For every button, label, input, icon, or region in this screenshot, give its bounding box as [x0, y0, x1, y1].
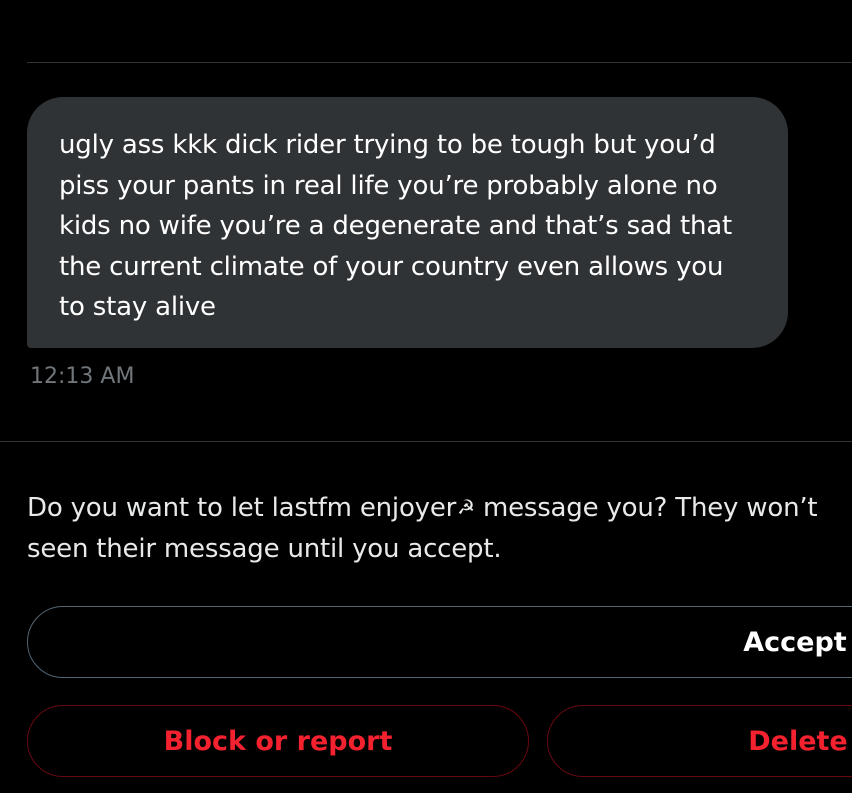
block-or-report-label: Block or report [163, 725, 393, 757]
delete-label: Delete [748, 725, 848, 757]
section-divider [0, 441, 852, 442]
message-line: ugly ass kkk dick rider trying to be tou… [59, 130, 716, 160]
accept-button-label: Accept [743, 626, 847, 658]
accept-button[interactable]: Accept [27, 606, 852, 678]
message-text: ugly ass kkk dick rider trying to be tou… [59, 125, 758, 328]
message-line: the current climate of your country even… [59, 251, 724, 282]
message-line: kids no wife you’re a degenerate and tha… [59, 211, 733, 241]
block-or-report-button[interactable]: Block or report [27, 705, 529, 777]
message-bubble[interactable]: ugly ass kkk dick rider trying to be tou… [27, 97, 788, 348]
top-divider [27, 62, 852, 63]
prompt-line-2: seen their message until you accept. [27, 533, 502, 564]
dm-conversation: ugly ass kkk dick rider trying to be tou… [0, 0, 852, 793]
hammer-sickle-emoji: ☭ [457, 495, 475, 519]
prompt-line-1: Do you want to let lastfm enjoyer☭ messa… [27, 487, 852, 529]
prompt-text-before: Do you want to let lastfm enjoyer [27, 493, 457, 523]
message-timestamp: 12:13 AM [30, 364, 135, 389]
message-line: piss your pants in real life you’re prob… [59, 170, 718, 201]
prompt-text-after: message you? They won’t [474, 493, 818, 523]
message-line: to stay alive [59, 292, 216, 322]
message-request-prompt: Do you want to let lastfm enjoyer☭ messa… [27, 487, 852, 569]
delete-button[interactable]: Delete [547, 705, 852, 777]
